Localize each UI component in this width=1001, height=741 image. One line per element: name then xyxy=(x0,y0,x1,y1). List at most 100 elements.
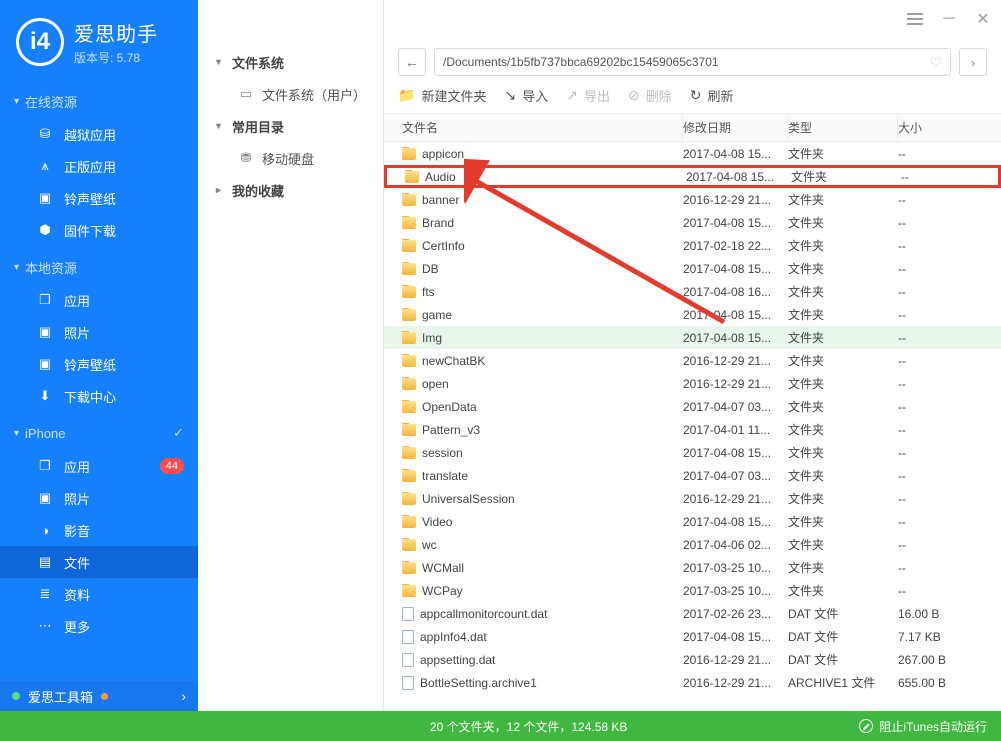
table-row[interactable]: fts2017-04-08 16...文件夹-- xyxy=(384,280,1001,303)
refresh-button[interactable]: ↻刷新 xyxy=(690,86,734,105)
file-date: 2017-04-08 15... xyxy=(683,308,788,322)
file-size: -- xyxy=(898,469,1001,483)
tree-group-favorites[interactable]: ▸ 我的收藏 xyxy=(198,174,383,206)
file-type: 文件夹 xyxy=(788,237,898,254)
tree-item-user-filesystem[interactable]: ▭ 文件系统（用户） xyxy=(198,78,383,110)
more-icon: ⋯ xyxy=(36,618,54,634)
column-header-name[interactable]: 文件名 xyxy=(384,114,683,141)
table-row[interactable]: session2017-04-08 15...文件夹-- xyxy=(384,441,1001,464)
minimize-button[interactable]: ─ xyxy=(939,9,959,29)
chevron-right-icon: ▸ xyxy=(216,185,228,196)
sidebar-item-ringtones-wallpapers[interactable]: ▣铃声壁纸 xyxy=(0,182,198,214)
file-type: 文件夹 xyxy=(788,306,898,323)
content-area: ← /Documents/1b5fb737bbca69202bc15459065… xyxy=(384,0,1001,711)
sidebar-item-official-apps[interactable]: ⩚正版应用 xyxy=(0,150,198,182)
sidebar-item-iphone-files[interactable]: ▤文件 xyxy=(0,546,198,578)
table-row[interactable]: OpenData2017-04-07 03...文件夹-- xyxy=(384,395,1001,418)
file-name: CertInfo xyxy=(422,239,465,253)
grid-icon: ❒ xyxy=(36,292,54,308)
file-size: 16.00 B xyxy=(898,607,1001,621)
favorite-icon[interactable]: ♡ xyxy=(929,54,942,71)
sidebar-item-iphone-apps[interactable]: ❒ 应用 44 xyxy=(0,450,198,482)
folder-icon xyxy=(402,332,416,344)
path-input[interactable]: /Documents/1b5fb737bbca69202bc15459065c3… xyxy=(434,48,951,76)
sidebar-item-iphone-data[interactable]: ≣资料 xyxy=(0,578,198,610)
table-row[interactable]: appicon2017-04-08 15...文件夹-- xyxy=(384,142,1001,165)
brand-title: 爱思助手 xyxy=(74,18,158,47)
menu-icon[interactable] xyxy=(905,9,925,29)
notify-dot-icon xyxy=(101,693,108,700)
table-row[interactable]: wc2017-04-06 02...文件夹-- xyxy=(384,533,1001,556)
table-row[interactable]: Audio2017-04-08 15...文件夹-- xyxy=(384,165,1001,188)
sidebar-item-jailbreak-apps[interactable]: ⛁越狱应用 xyxy=(0,118,198,150)
table-row[interactable]: WCMall2017-03-25 10...文件夹-- xyxy=(384,556,1001,579)
tree-root-filesystem[interactable]: ▾ 文件系统 xyxy=(198,46,383,78)
table-row[interactable]: appsetting.dat2016-12-29 21...DAT 文件267.… xyxy=(384,648,1001,671)
sidebar-item-local-photos[interactable]: ▣照片 xyxy=(0,316,198,348)
sidebar-section-local[interactable]: ▾ 本地资源 xyxy=(0,250,198,284)
path-value: /Documents/1b5fb737bbca69202bc15459065c3… xyxy=(443,55,719,69)
file-icon xyxy=(402,607,414,621)
folder-icon xyxy=(402,148,416,160)
toolbar-label: 刷新 xyxy=(707,86,733,105)
file-date: 2017-04-08 15... xyxy=(683,515,788,529)
table-row[interactable]: translate2017-04-07 03...文件夹-- xyxy=(384,464,1001,487)
forward-button[interactable]: › xyxy=(959,48,987,76)
tree-item-label: 我的收藏 xyxy=(232,181,284,200)
file-name: appicon xyxy=(422,147,464,161)
sidebar-item-iphone-more[interactable]: ⋯更多 xyxy=(0,610,198,642)
table-row[interactable]: BottleSetting.archive12016-12-29 21...AR… xyxy=(384,671,1001,694)
sidebar-item-label: 越狱应用 xyxy=(64,125,116,144)
column-header-date[interactable]: 修改日期 xyxy=(683,114,788,141)
table-row[interactable]: appcallmonitorcount.dat2017-02-26 23...D… xyxy=(384,602,1001,625)
file-size: -- xyxy=(898,216,1001,230)
file-date: 2017-04-08 15... xyxy=(683,630,788,644)
sidebar-item-local-ringtones[interactable]: ▣铃声壁纸 xyxy=(0,348,198,380)
table-row[interactable]: UniversalSession2016-12-29 21...文件夹-- xyxy=(384,487,1001,510)
table-row[interactable]: Img2017-04-08 15...文件夹-- xyxy=(384,326,1001,349)
sidebar-section-iphone[interactable]: ▾ iPhone ✓ xyxy=(0,416,198,450)
file-icon xyxy=(402,630,414,644)
table-row[interactable]: WCPay2017-03-25 10...文件夹-- xyxy=(384,579,1001,602)
table-row[interactable]: open2016-12-29 21...文件夹-- xyxy=(384,372,1001,395)
file-size: -- xyxy=(901,170,998,184)
table-row[interactable]: Video2017-04-08 15...文件夹-- xyxy=(384,510,1001,533)
file-size: 267.00 B xyxy=(898,653,1001,667)
table-row[interactable]: CertInfo2017-02-18 22...文件夹-- xyxy=(384,234,1001,257)
sidebar-item-local-apps[interactable]: ❒应用 xyxy=(0,284,198,316)
sidebar-item-iphone-media[interactable]: ◑影音 xyxy=(0,514,198,546)
sidebar-footer-toolbox[interactable]: 爱思工具箱 › xyxy=(0,681,198,711)
sidebar-item-firmware[interactable]: ⬢固件下载 xyxy=(0,214,198,246)
table-row[interactable]: appInfo4.dat2017-04-08 15...DAT 文件7.17 K… xyxy=(384,625,1001,648)
file-type: DAT 文件 xyxy=(788,628,898,645)
sidebar-item-label: 下载中心 xyxy=(64,387,116,406)
list-icon: ≣ xyxy=(36,586,54,602)
table-row[interactable]: banner2016-12-29 21...文件夹-- xyxy=(384,188,1001,211)
file-date: 2016-12-29 21... xyxy=(683,653,788,667)
sidebar-item-downloads[interactable]: ⬇下载中心 xyxy=(0,380,198,412)
table-row[interactable]: game2017-04-08 15...文件夹-- xyxy=(384,303,1001,326)
back-button[interactable]: ← xyxy=(398,48,426,76)
sidebar-item-iphone-photos[interactable]: ▣照片 xyxy=(0,482,198,514)
table-row[interactable]: Brand2017-04-08 15...文件夹-- xyxy=(384,211,1001,234)
toolbar-label: 删除 xyxy=(646,86,672,105)
close-button[interactable]: ✕ xyxy=(973,9,993,29)
table-row[interactable]: newChatBK2016-12-29 21...文件夹-- xyxy=(384,349,1001,372)
file-name: Pattern_v3 xyxy=(422,423,480,437)
sidebar-section-online[interactable]: ▾ 在线资源 xyxy=(0,84,198,118)
column-header-type[interactable]: 类型 xyxy=(788,114,898,141)
sidebar-item-label: 照片 xyxy=(64,323,90,342)
file-type: 文件夹 xyxy=(788,375,898,392)
column-header-size[interactable]: 大小 xyxy=(898,114,1001,141)
file-date: 2017-04-07 03... xyxy=(683,400,788,414)
tree-group-common-dirs[interactable]: ▾ 常用目录 xyxy=(198,110,383,142)
status-itunes-block[interactable]: 阻止iTunes自动运行 xyxy=(859,718,1001,735)
import-button[interactable]: ↘导入 xyxy=(504,86,548,105)
file-type: 文件夹 xyxy=(788,329,898,346)
new-folder-button[interactable]: 📁新建文件夹 xyxy=(398,86,486,105)
file-type: 文件夹 xyxy=(788,260,898,277)
tree-item-mobile-disk[interactable]: ⛃ 移动硬盘 xyxy=(198,142,383,174)
table-row[interactable]: Pattern_v32017-04-01 11...文件夹-- xyxy=(384,418,1001,441)
table-row[interactable]: DB2017-04-08 15...文件夹-- xyxy=(384,257,1001,280)
file-name: DB xyxy=(422,262,439,276)
